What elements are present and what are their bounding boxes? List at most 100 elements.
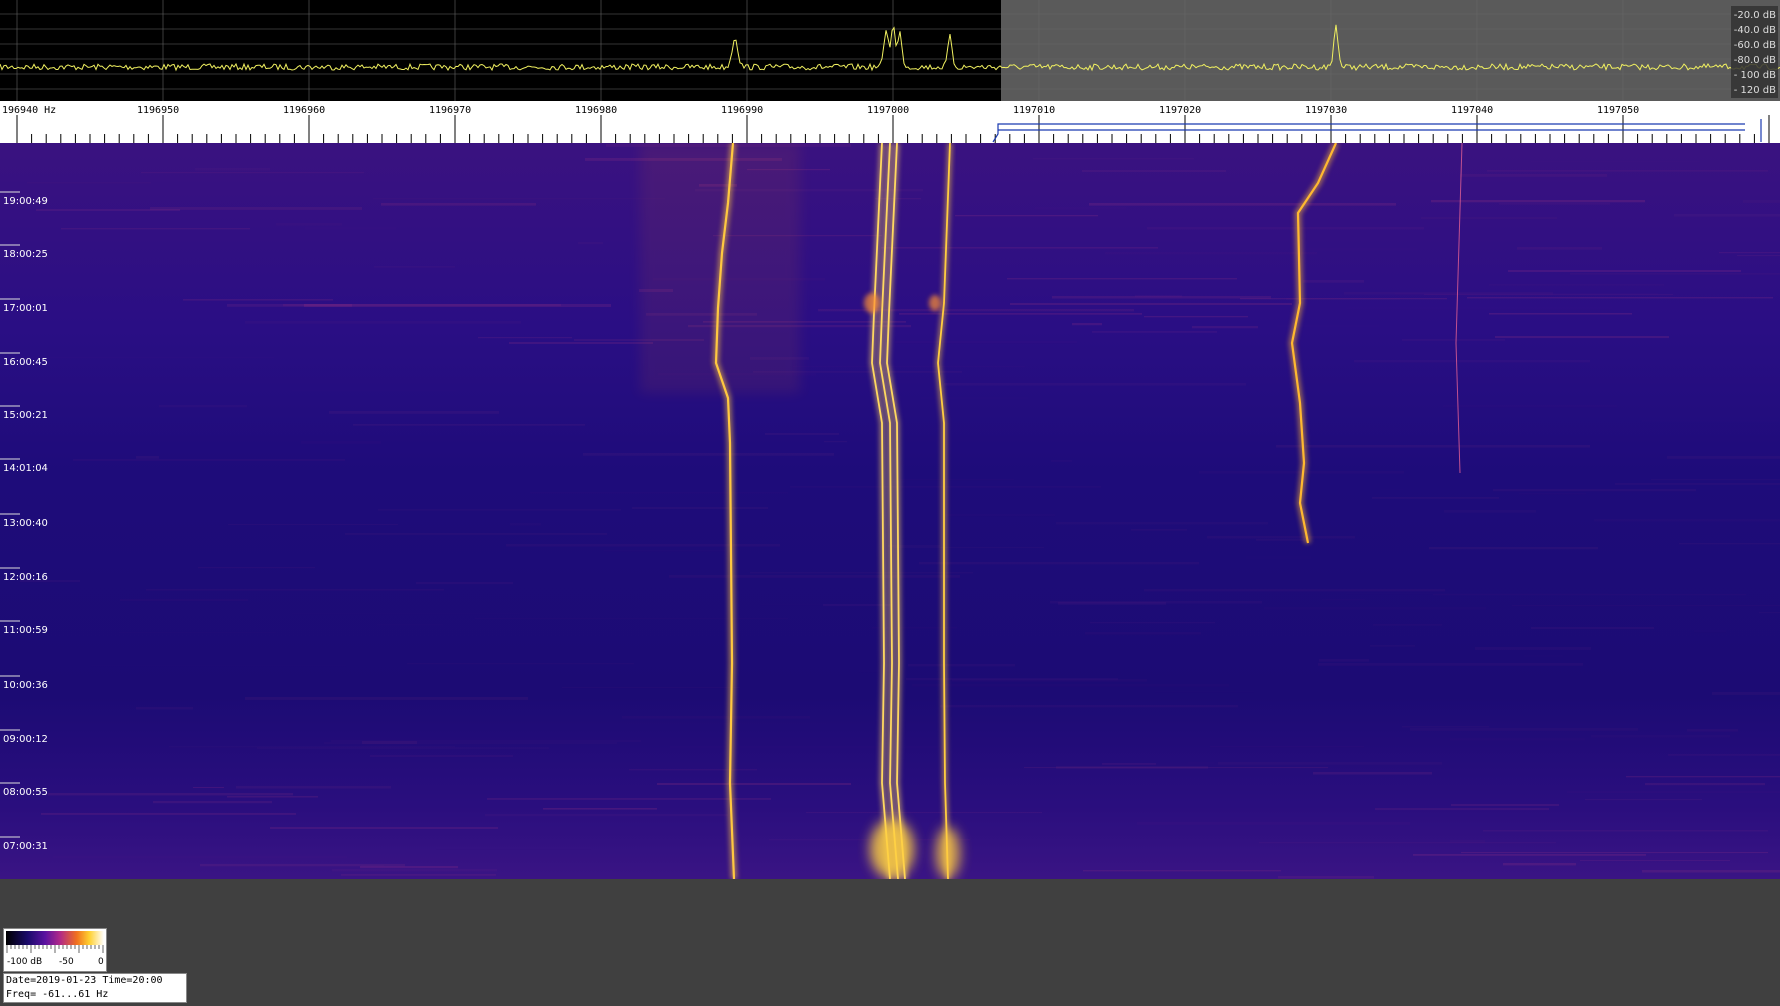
noise-streak (1050, 601, 1262, 604)
noise-streak (1767, 488, 1780, 491)
noise-streak (1493, 489, 1696, 492)
db-label: -60.0 dB (1734, 40, 1776, 51)
time-label: 13:00:40 (3, 518, 48, 529)
noise-streak (765, 433, 839, 435)
noise-streak (329, 411, 499, 414)
freq-label: 1197030 (1305, 105, 1347, 116)
noise-streak (153, 801, 272, 804)
noise-streak (119, 632, 276, 633)
noise-streak (331, 740, 641, 742)
waterfall-display[interactable]: 19:00:49 18:00:25 17:00:01 16:00:45 15:0… (0, 143, 1780, 879)
noise-streak (1517, 247, 1602, 250)
freq-label: 1196950 (137, 105, 179, 116)
filter-passband-marker[interactable] (992, 119, 1762, 143)
noise-streak (1085, 632, 1201, 635)
noise-streak (1192, 326, 1258, 329)
frequency-ruler[interactable]: 196940 Hz 1196950 1196960 1196970 119698… (0, 101, 1780, 143)
noise-streak (1531, 627, 1654, 630)
noise-streak (270, 827, 498, 829)
noise-streak (793, 366, 1025, 367)
noise-streak (1443, 405, 1617, 407)
noise-streak (1105, 252, 1317, 254)
noise-streak (1052, 296, 1271, 299)
noise-streak (1585, 799, 1702, 801)
noise-streak (407, 663, 634, 664)
spectrum-display[interactable]: -20.0 dB -40.0 dB -60.0 dB -80.0 dB - 10… (0, 0, 1780, 101)
noise-streak (1056, 522, 1268, 525)
noise-streak (1674, 214, 1780, 217)
noise-streak (136, 456, 159, 459)
noise-streak (1570, 273, 1780, 275)
noise-streak (1475, 647, 1591, 650)
noise-streak (305, 227, 396, 230)
noise-streak (1303, 280, 1364, 283)
noise-streak (1444, 510, 1536, 513)
noise-streak (1483, 830, 1768, 832)
noise-streak (475, 618, 788, 619)
noise-streak (374, 266, 455, 268)
noise-streak (1645, 783, 1765, 786)
noise-streak (945, 514, 1055, 516)
noise-streak (1626, 776, 1780, 778)
noise-streak (236, 786, 391, 789)
noise-streak (381, 203, 536, 206)
noise-streak (1594, 519, 1780, 522)
noise-streak (1276, 445, 1590, 448)
spectrum-inactive-region (1001, 0, 1780, 101)
noise-streak (1461, 852, 1768, 854)
noise-streak (1090, 622, 1215, 624)
db-label: -40.0 dB (1734, 25, 1776, 36)
freq-label: 1197000 (867, 105, 909, 116)
noise-streak (669, 575, 960, 578)
freq-label: 1196980 (575, 105, 617, 116)
noise-streak (657, 783, 851, 785)
noise-streak (818, 309, 1134, 312)
noise-streak (1719, 252, 1780, 254)
date-time-readout: Date=2019-01-23 Time=20:00 (6, 975, 163, 986)
noise-streak (1402, 726, 1489, 728)
noise-streak (1487, 170, 1768, 172)
noise-streak (1256, 539, 1304, 541)
noise-streak (1567, 791, 1780, 793)
noise-streak (283, 304, 561, 307)
noise-streak (824, 441, 847, 443)
signal-burst (929, 295, 941, 311)
noise-streak (373, 198, 665, 199)
time-label: 12:00:16 (3, 572, 48, 583)
time-label: 18:00:25 (3, 249, 48, 260)
noise-streak (1144, 316, 1248, 318)
colorbar-min-label: -100 dB (7, 957, 43, 967)
noise-streak (159, 405, 247, 408)
noise-streak (1495, 336, 1669, 339)
noise-streak (478, 337, 572, 339)
noise-streak (1372, 497, 1499, 499)
db-label: -20.0 dB (1734, 10, 1776, 21)
noise-streak (91, 665, 346, 666)
freq-label: 1197040 (1451, 105, 1493, 116)
noise-streak (292, 390, 456, 392)
noise-streak (543, 808, 657, 810)
noise-streak (506, 544, 780, 547)
time-label: 07:00:31 (3, 841, 48, 852)
noise-streak (1301, 248, 1417, 251)
noise-streak (193, 787, 224, 788)
noise-streak (632, 507, 768, 510)
noise-streak (1694, 630, 1726, 633)
noise-streak (509, 342, 653, 344)
noise-streak (1264, 607, 1486, 610)
noise-streak (341, 874, 496, 876)
noise-streak (200, 864, 405, 867)
noise-streak (627, 723, 827, 725)
noise-streak (919, 562, 1199, 565)
noise-streak (1524, 655, 1563, 657)
noise-streak (136, 707, 193, 710)
noise-streak (141, 172, 364, 174)
noise-streak (899, 313, 1142, 315)
noise-streak (27, 182, 151, 183)
noise-streak (227, 796, 318, 798)
noise-streak (1381, 489, 1403, 490)
noise-streak (1642, 870, 1780, 873)
noise-streak (120, 599, 248, 601)
noise-streak (1318, 663, 1583, 666)
noise-streak (1591, 735, 1730, 738)
